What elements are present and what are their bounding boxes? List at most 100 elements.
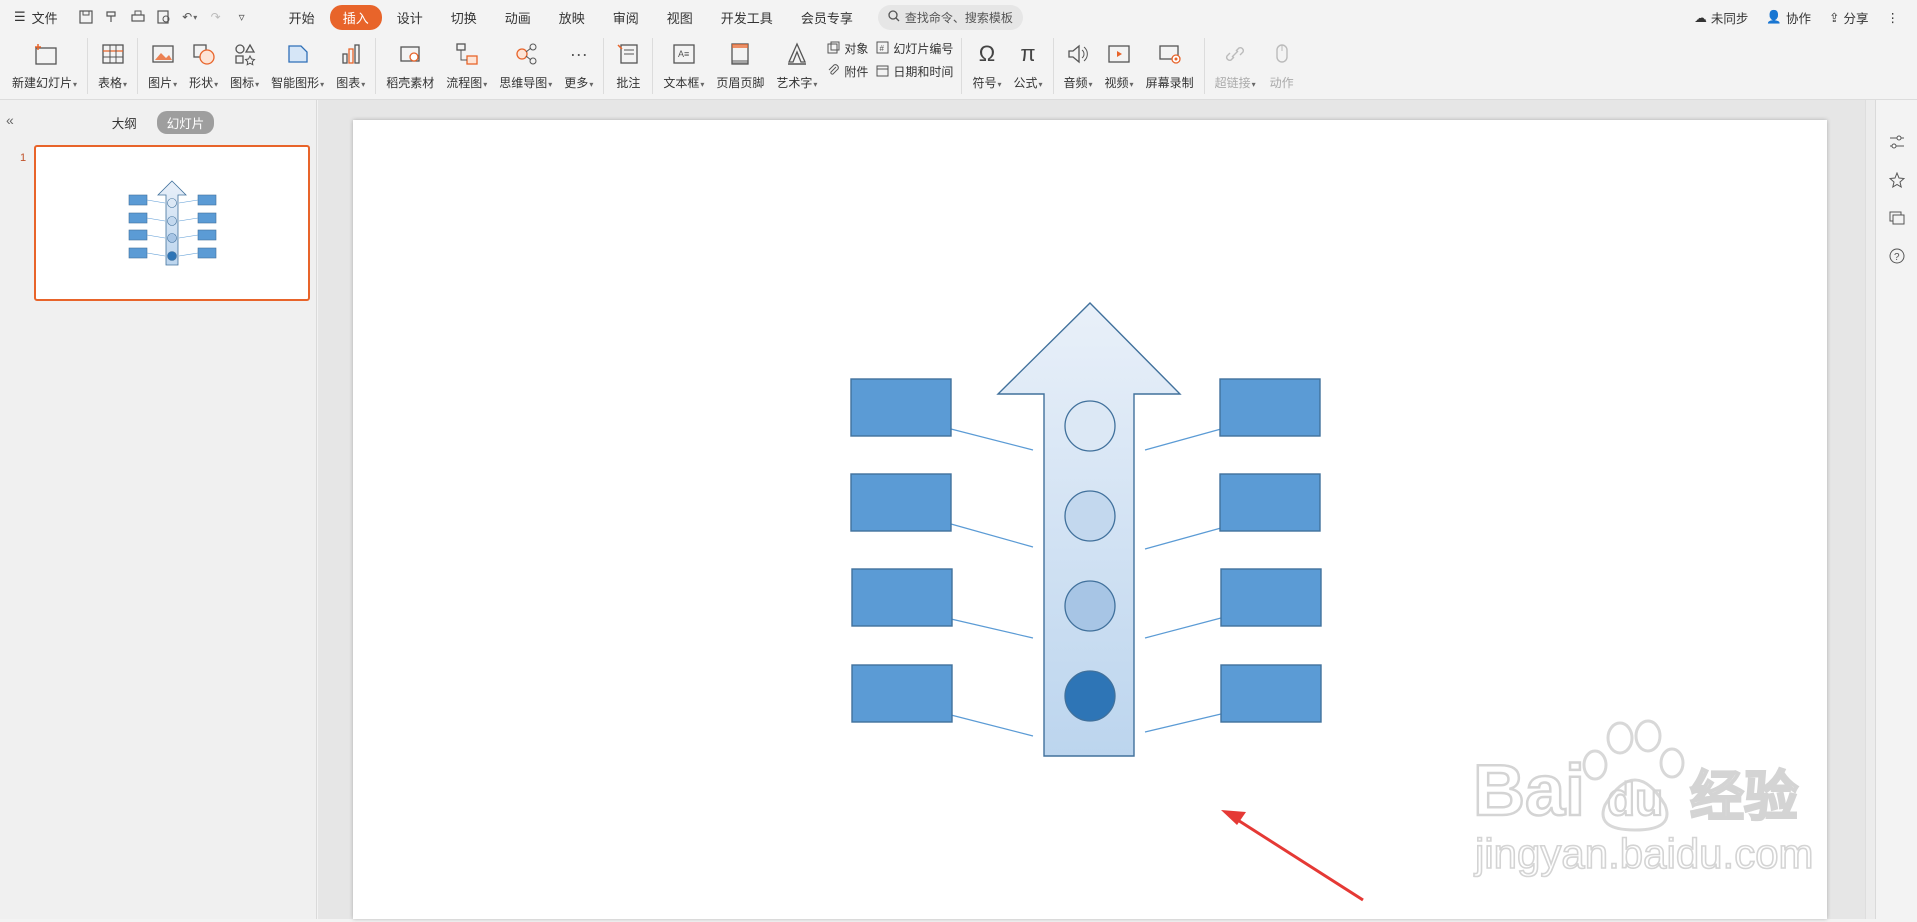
left-boxes — [850, 378, 953, 723]
sync-label: 未同步 — [1710, 11, 1749, 26]
date-time-label: 日期和时间 — [893, 65, 954, 79]
textbox-button[interactable]: A≡ 文本框▾ — [657, 34, 710, 96]
table-icon — [99, 40, 127, 68]
header-footer-icon — [726, 40, 754, 68]
wordart-label: 艺术字 — [776, 76, 813, 90]
format-painter-icon[interactable] — [102, 7, 122, 27]
share-button[interactable]: ⇪ 分享 — [1829, 8, 1869, 27]
more-button[interactable]: ··· 更多▾ — [558, 34, 599, 96]
slide-thumbnail[interactable] — [34, 145, 310, 301]
new-slide-icon — [31, 40, 59, 68]
pin-star-icon[interactable] — [1887, 170, 1907, 190]
shape-label: 形状 — [189, 76, 214, 90]
audio-label: 音频 — [1063, 76, 1088, 90]
more-options-icon[interactable]: ⋮ — [1887, 10, 1900, 25]
symbol-button[interactable]: Ω 符号▾ — [966, 34, 1007, 96]
flowchart-button[interactable]: 流程图▾ — [440, 34, 493, 96]
circle-4[interactable] — [1064, 670, 1116, 722]
tab-design[interactable]: 设计 — [384, 5, 436, 30]
command-search[interactable]: 查找命令、搜索模板 — [877, 4, 1023, 30]
left-box-3[interactable] — [851, 568, 953, 627]
hyperlink-label: 超链接 — [1214, 76, 1251, 90]
slides-panel: « 大纲 幻灯片 1 — [0, 100, 317, 919]
sliders-icon[interactable] — [1887, 132, 1907, 152]
hyperlink-button[interactable]: 超链接▾ — [1209, 34, 1262, 96]
mindmap-label: 思维导图 — [499, 76, 548, 90]
date-time-button[interactable]: 日期和时间 — [876, 63, 953, 80]
left-box-4[interactable] — [851, 664, 953, 723]
customize-toolbar-icon[interactable]: ▿ — [232, 7, 252, 27]
print-icon[interactable] — [128, 7, 148, 27]
circle-1[interactable] — [1064, 400, 1116, 452]
link-icon — [1221, 40, 1249, 68]
screen-record-button[interactable]: 屏幕录制 — [1140, 34, 1200, 96]
left-box-2[interactable] — [850, 473, 952, 532]
table-label: 表格 — [98, 76, 123, 90]
audio-button[interactable]: 音频▾ — [1058, 34, 1099, 96]
help-icon[interactable]: ? — [1887, 246, 1907, 266]
redo-icon[interactable]: ↷ — [206, 7, 226, 27]
right-box-3[interactable] — [1220, 568, 1322, 627]
comment-label: 批注 — [616, 76, 641, 90]
vertical-scrollbar[interactable] — [1865, 100, 1875, 919]
save-icon[interactable] — [76, 7, 96, 27]
cloud-icon: ☁ — [1694, 10, 1707, 25]
editing-canvas — [318, 100, 1875, 919]
tab-slides[interactable]: 幻灯片 — [156, 110, 215, 134]
omega-icon: Ω — [978, 41, 996, 66]
icon-button[interactable]: 图标▾ — [224, 34, 265, 96]
picture-button[interactable]: 图片▾ — [142, 34, 183, 96]
smartart-button[interactable]: 智能图形▾ — [265, 34, 330, 96]
action-button[interactable]: 动作 — [1262, 34, 1302, 96]
undo-icon[interactable]: ↶ ▾ — [180, 7, 200, 27]
comment-button[interactable]: 批注 — [608, 34, 648, 96]
tab-home[interactable]: 开始 — [276, 5, 328, 30]
thumbnail-preview — [128, 180, 217, 266]
slide-page[interactable] — [353, 120, 1827, 919]
collaborate-button[interactable]: 👤 协作 — [1766, 8, 1811, 27]
right-box-1[interactable] — [1219, 378, 1321, 437]
tab-outline[interactable]: 大纲 — [102, 111, 147, 134]
svg-text:A≡: A≡ — [678, 49, 689, 59]
tab-developer[interactable]: 开发工具 — [708, 5, 786, 30]
print-preview-icon[interactable] — [154, 7, 174, 27]
new-slide-button[interactable]: 新建幻灯片▾ — [6, 34, 83, 96]
header-footer-button[interactable]: 页眉页脚 — [710, 34, 770, 96]
wordart-button[interactable]: 艺术字▾ — [770, 34, 823, 96]
chart-button[interactable]: 图表▾ — [330, 34, 371, 96]
sync-status-button[interactable]: ☁ 未同步 — [1694, 8, 1748, 27]
tab-review[interactable]: 审阅 — [600, 5, 652, 30]
collapse-panel-icon[interactable]: « — [6, 112, 14, 128]
object-button[interactable]: 对象 — [827, 40, 868, 57]
svg-text:#: # — [880, 44, 885, 53]
quick-access-toolbar: ↶ ▾ ↷ ▿ — [70, 7, 258, 27]
insert-ribbon: 新建幻灯片▾ 表格▾ 图片▾ 形状▾ 图标▾ 智能图形▾ 图表▾ 稻壳素材 流程… — [0, 34, 1917, 100]
circle-3[interactable] — [1064, 580, 1116, 632]
table-button[interactable]: 表格▾ — [92, 34, 133, 96]
screen-record-icon — [1156, 40, 1184, 68]
circle-2[interactable] — [1064, 490, 1116, 542]
tab-member[interactable]: 会员专享 — [788, 5, 866, 30]
tab-insert[interactable]: 插入 — [329, 4, 382, 30]
right-sidebar: ? — [1875, 100, 1917, 919]
slide-transition-icon[interactable] — [1887, 208, 1907, 228]
shape-button[interactable]: 形状▾ — [183, 34, 224, 96]
file-menu-button[interactable]: ☰ 文件 — [0, 0, 70, 34]
formula-button[interactable]: π 公式▾ — [1007, 34, 1048, 96]
new-slide-label: 新建幻灯片 — [12, 76, 73, 90]
material-button[interactable]: 稻壳素材 — [380, 34, 440, 96]
calendar-icon — [876, 64, 889, 80]
tab-view[interactable]: 视图 — [654, 5, 706, 30]
tab-slideshow[interactable]: 放映 — [546, 5, 598, 30]
tab-transitions[interactable]: 切换 — [438, 5, 490, 30]
right-box-4[interactable] — [1220, 664, 1322, 723]
video-button[interactable]: 视频▾ — [1099, 34, 1140, 96]
mindmap-button[interactable]: 思维导图▾ — [493, 34, 558, 96]
attachment-button[interactable]: 附件 — [827, 63, 868, 80]
header-footer-label: 页眉页脚 — [716, 76, 765, 90]
right-boxes — [1219, 378, 1322, 723]
left-box-1[interactable] — [850, 378, 952, 437]
slide-number-button[interactable]: # 幻灯片编号 — [876, 40, 953, 57]
tab-animations[interactable]: 动画 — [492, 5, 544, 30]
right-box-2[interactable] — [1219, 473, 1321, 532]
